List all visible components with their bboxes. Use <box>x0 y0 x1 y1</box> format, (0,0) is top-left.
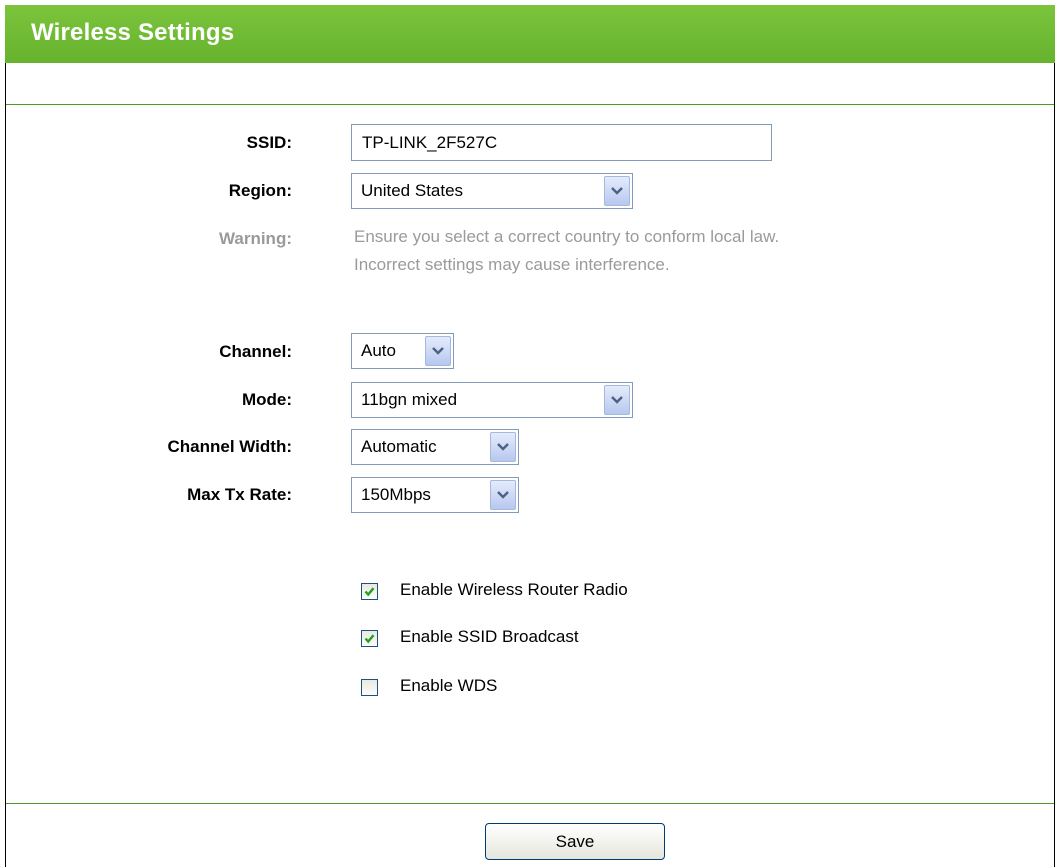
max-tx-rate-select-value: 150Mbps <box>361 485 431 504</box>
divider-bottom <box>6 803 1054 804</box>
chevron-down-icon[interactable] <box>604 176 630 206</box>
warning-text-line2: Incorrect settings may cause interferenc… <box>354 255 670 274</box>
wireless-radio-checkbox[interactable] <box>361 583 378 600</box>
wds-checkbox[interactable] <box>361 679 378 696</box>
mode-select-value: 11bgn mixed <box>361 390 458 409</box>
mode-label: Mode: <box>241 390 292 409</box>
max-tx-rate-label: Max Tx Rate: <box>187 485 292 504</box>
ssid-input[interactable] <box>351 124 772 161</box>
channel-width-select-value: Automatic <box>361 437 437 456</box>
divider-top <box>6 104 1054 105</box>
channel-select[interactable]: Auto <box>351 333 454 369</box>
region-label: Region: <box>228 181 292 200</box>
chevron-down-icon[interactable] <box>425 336 451 366</box>
channel-select-value: Auto <box>361 341 396 360</box>
wds-label: Enable WDS <box>400 676 498 695</box>
page-title: Wireless Settings <box>31 19 235 46</box>
mode-select[interactable]: 11bgn mixed <box>351 382 633 418</box>
ssid-broadcast-checkbox[interactable] <box>361 630 378 647</box>
title-bar: Wireless Settings <box>5 5 1055 63</box>
warning-label: Warning: <box>218 229 292 248</box>
channel-width-label: Channel Width: <box>167 437 293 456</box>
channel-label: Channel: <box>219 342 292 361</box>
chevron-down-icon[interactable] <box>490 432 516 462</box>
chevron-down-icon[interactable] <box>490 480 516 510</box>
chevron-down-icon[interactable] <box>604 385 630 415</box>
ssid-broadcast-label: Enable SSID Broadcast <box>400 627 579 646</box>
wireless-radio-label: Enable Wireless Router Radio <box>400 580 628 599</box>
channel-width-select[interactable]: Automatic <box>351 429 519 465</box>
region-select[interactable]: United States <box>351 173 633 209</box>
region-select-value: United States <box>361 181 464 200</box>
warning-text-line1: Ensure you select a correct country to c… <box>354 227 780 246</box>
save-button[interactable]: Save <box>485 823 665 860</box>
ssid-label: SSID: <box>246 133 292 152</box>
max-tx-rate-select[interactable]: 150Mbps <box>351 477 519 513</box>
